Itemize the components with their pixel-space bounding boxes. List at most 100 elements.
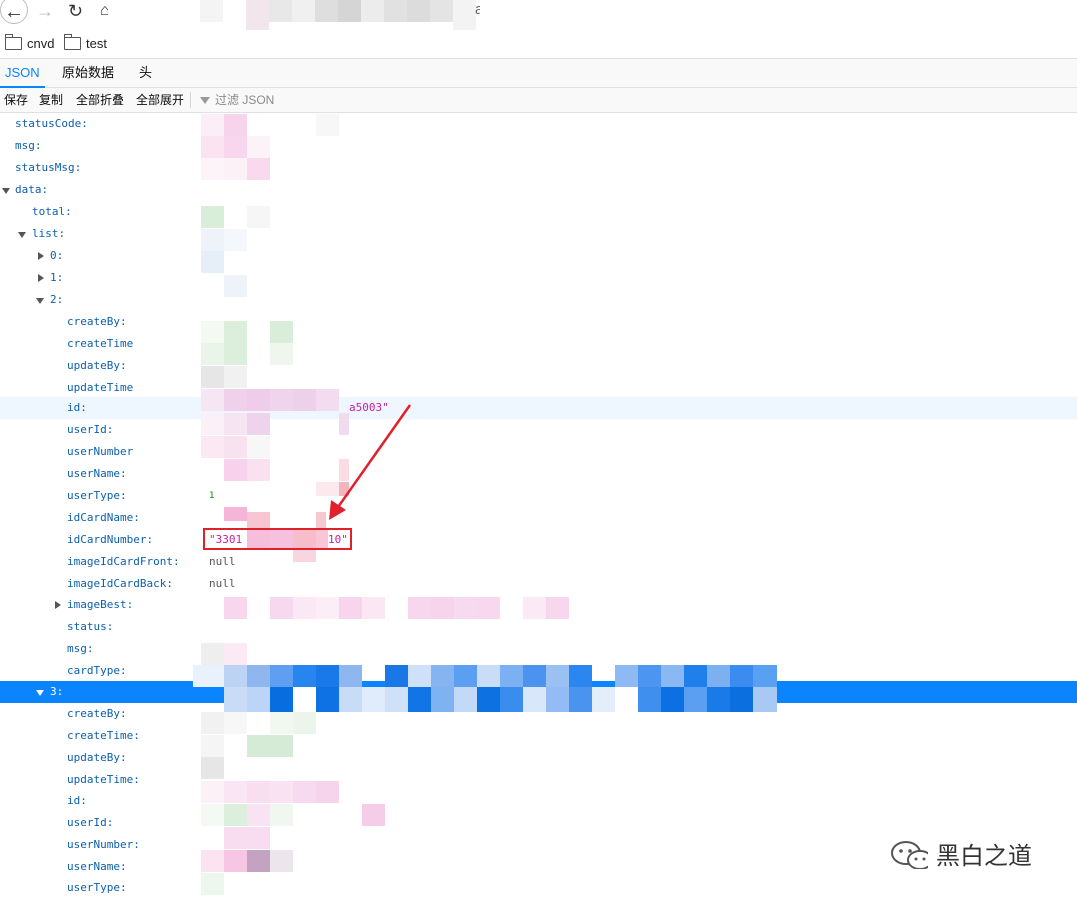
key-item-1: 1: <box>50 271 64 284</box>
bookmark-label: cnvd <box>27 36 55 51</box>
tree-row[interactable]: updateTime <box>0 377 1077 399</box>
tree-row[interactable]: createTime <box>0 333 1077 355</box>
folder-icon <box>5 34 22 50</box>
tree-row[interactable]: total: <box>0 201 1077 223</box>
tab-headers[interactable]: 头 <box>139 59 152 86</box>
field-key: updateBy: <box>67 751 127 764</box>
url-bar[interactable]: anual <box>108 0 480 30</box>
toolbar-divider <box>190 92 191 108</box>
browser-nav-bar: ← → ↻ ⌂ anual <box>0 0 1077 30</box>
null-value: null <box>209 555 236 568</box>
save-button[interactable]: 保存 <box>4 88 28 112</box>
tree-row[interactable]: id: <box>0 790 1077 812</box>
tree-row[interactable]: userId: <box>0 812 1077 834</box>
tree-row[interactable]: updateTime: <box>0 769 1077 791</box>
field-key: userId: <box>67 423 114 436</box>
forward-arrow-icon[interactable]: → <box>36 0 56 24</box>
folder-icon <box>64 34 81 50</box>
collapsed-triangle-icon[interactable] <box>38 252 44 260</box>
tree-row[interactable]: 2: <box>0 289 1077 311</box>
key-statusCode: statusCode: <box>15 117 88 130</box>
field-key: idCardNumber: <box>67 533 154 546</box>
tree-row[interactable]: createTime: <box>0 725 1077 747</box>
expanded-triangle-icon[interactable] <box>2 188 10 194</box>
tree-row[interactable]: msg: <box>0 638 1077 660</box>
tree-row[interactable]: idCardNumber: "3301 10" <box>0 529 1077 551</box>
tree-row[interactable]: data: <box>0 179 1077 201</box>
field-key: userType: <box>67 881 127 894</box>
tree-row[interactable]: 0: <box>0 245 1077 267</box>
key-data: data: <box>15 183 49 196</box>
field-key: cardType: <box>67 664 127 677</box>
field-key: createBy: <box>67 707 127 720</box>
tree-row[interactable]: userId: <box>0 419 1077 441</box>
tree-row[interactable]: userType: 1 <box>0 485 1077 507</box>
tab-json[interactable]: JSON <box>0 59 45 88</box>
key-msg: msg: <box>15 139 42 152</box>
field-key: createTime <box>67 337 134 350</box>
annotation-highlight-box <box>203 528 352 550</box>
expand-all-button[interactable]: 全部展开 <box>136 88 184 112</box>
json-toolbar: 保存 复制 全部折叠 全部展开 过滤 JSON <box>0 88 1077 113</box>
url-text: anual <box>475 1 480 18</box>
expanded-triangle-icon[interactable] <box>36 690 44 696</box>
field-key: userNumber: <box>67 838 140 851</box>
watermark-text: 黑白之道 <box>936 843 1032 870</box>
tree-row[interactable]: id: a5003" <box>0 397 1077 419</box>
tree-row[interactable]: 1: <box>0 267 1077 289</box>
field-key: updateTime <box>67 381 134 394</box>
tree-row[interactable]: updateBy: <box>0 355 1077 377</box>
collapse-all-button[interactable]: 全部折叠 <box>76 88 124 112</box>
userType-value: 1 <box>209 491 215 501</box>
field-key: createTime: <box>67 729 140 742</box>
field-key: createBy: <box>67 315 127 328</box>
reload-icon[interactable]: ↻ <box>68 0 88 24</box>
tree-row[interactable]: userType: <box>0 877 1077 899</box>
field-key: id: <box>67 794 87 807</box>
tab-raw-data[interactable]: 原始数据 <box>62 59 114 86</box>
tree-row[interactable]: status: <box>0 616 1077 638</box>
null-value: null <box>209 577 236 590</box>
filter-json-input[interactable]: 过滤 JSON <box>200 88 274 112</box>
tree-row[interactable]: createBy: <box>0 311 1077 333</box>
copy-button[interactable]: 复制 <box>39 88 63 112</box>
back-arrow-icon[interactable]: ← <box>0 0 28 24</box>
tree-row[interactable]: userNumber <box>0 441 1077 463</box>
expanded-triangle-icon[interactable] <box>18 232 26 238</box>
bookmarks-bar: cnvd test <box>0 34 1077 58</box>
expanded-triangle-icon[interactable] <box>36 298 44 304</box>
filter-icon <box>200 96 210 104</box>
field-key: updateBy: <box>67 359 127 372</box>
key-total: total: <box>32 205 72 218</box>
field-key: userName: <box>67 467 127 480</box>
tree-row[interactable]: list: <box>0 223 1077 245</box>
collapsed-triangle-icon[interactable] <box>38 274 44 282</box>
collapsed-triangle-icon[interactable] <box>55 601 61 609</box>
bookmark-cnvd[interactable]: cnvd <box>5 34 55 51</box>
filter-placeholder: 过滤 JSON <box>215 93 275 107</box>
key-item-2: 2: <box>50 293 64 306</box>
bookmark-label: test <box>86 36 107 51</box>
field-key: userNumber <box>67 445 134 458</box>
tree-row[interactable]: imageIdCardBack: null <box>0 573 1077 595</box>
field-key: imageIdCardFront: <box>67 555 180 568</box>
wechat-watermark: 黑白之道 <box>890 836 1032 871</box>
key-item-3: 3: <box>50 685 64 698</box>
field-key: userId: <box>67 816 114 829</box>
tree-row[interactable]: updateBy: <box>0 747 1077 769</box>
tree-row[interactable]: msg: <box>0 135 1077 157</box>
viewer-tabs: JSON 原始数据 头 <box>0 58 1077 88</box>
id-value: a5003" <box>349 401 389 414</box>
field-key: id: <box>67 401 87 414</box>
wechat-icon <box>891 840 928 869</box>
field-key: userType: <box>67 489 127 502</box>
field-key: updateTime: <box>67 773 140 786</box>
tree-row[interactable]: userName: <box>0 463 1077 485</box>
tree-row[interactable]: statusCode: <box>0 113 1077 135</box>
tree-row[interactable]: statusMsg: <box>0 157 1077 179</box>
tree-row[interactable]: imageIdCardFront: null <box>0 551 1077 573</box>
field-key: msg: <box>67 642 94 655</box>
tree-row[interactable]: idCardName: <box>0 507 1077 529</box>
bookmark-test[interactable]: test <box>64 34 107 51</box>
field-key: userName: <box>67 860 127 873</box>
